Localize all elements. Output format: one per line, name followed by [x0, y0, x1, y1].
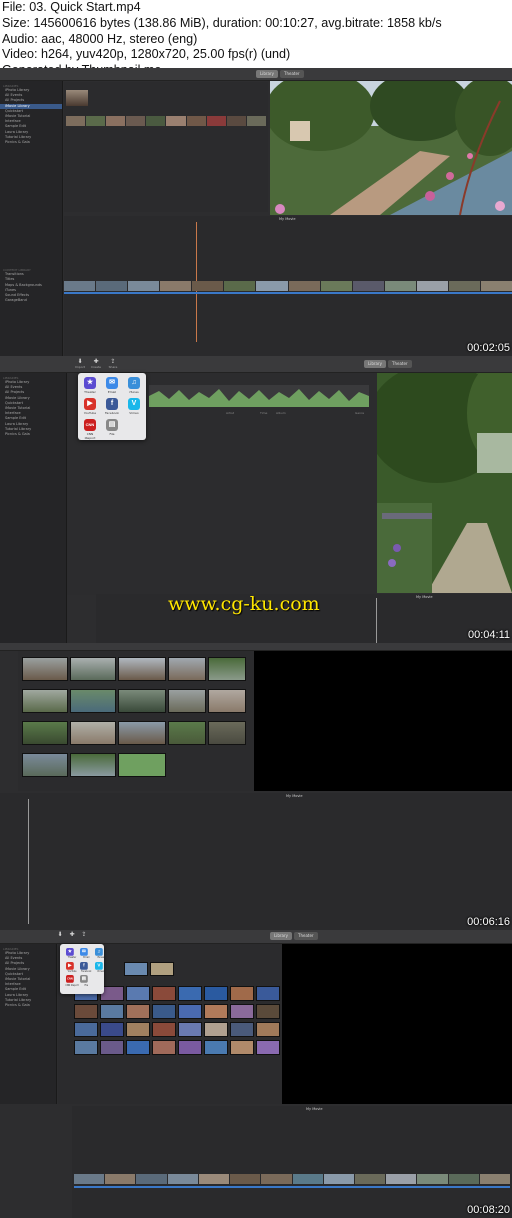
v-icon[interactable]: V — [128, 398, 140, 410]
share-label: Email — [107, 390, 117, 394]
clip-row[interactable] — [74, 1004, 280, 1019]
preview-image — [377, 373, 512, 593]
share-button[interactable]: ⇪ — [78, 931, 90, 938]
clip-thumbnail[interactable] — [66, 90, 88, 106]
preview-image — [270, 81, 512, 215]
clip-row[interactable] — [74, 986, 280, 1001]
timeline-left-gutter — [0, 1106, 72, 1218]
timeline-clips[interactable] — [64, 281, 512, 291]
file-size-info: Size: 145600616 bytes (138.86 MiB), dura… — [2, 15, 442, 30]
f-icon[interactable]: f — [106, 398, 118, 410]
project-title: My Movie — [306, 1107, 323, 1111]
file-icon[interactable]: ▤ — [106, 419, 118, 431]
frame-3: My Movie 00:06:16 — [0, 643, 512, 930]
preview-viewer — [282, 944, 512, 1104]
mail-icon[interactable]: ✉ — [80, 948, 89, 956]
tab-theater[interactable]: Theater — [280, 70, 304, 78]
share-popover: ★ Theater ✉ Email ♫ iTunes ▶ YouTube f Facebook V V… — [78, 373, 146, 440]
timestamp: 00:02:05 — [467, 342, 510, 354]
star-icon[interactable]: ★ — [66, 948, 74, 956]
play-icon[interactable]: ▶ — [66, 961, 74, 970]
watermark-text: www.cg-ku.com — [168, 593, 320, 615]
library-sidebar: LIBRARIES iPhoto Library All Events All … — [0, 81, 63, 356]
clip-row[interactable] — [22, 657, 246, 681]
sidebar-item[interactable]: Picnics & Gala — [0, 1003, 56, 1008]
timestamp: 00:08:20 — [467, 1204, 510, 1216]
share-label: File — [84, 983, 89, 987]
share-label: Facebook — [104, 411, 120, 415]
audio-track[interactable] — [74, 1186, 510, 1188]
audio-info: Audio: aac, 48000 Hz, stereo (eng) — [2, 31, 198, 46]
library-sidebar: LIBRARIES iPhoto Library All Events All … — [0, 373, 67, 643]
frame-4: Library Theater ⬇ ✚ ⇪ LIBRARIES iPhoto L… — [0, 930, 512, 1218]
playhead[interactable] — [376, 598, 377, 643]
event-browser — [64, 82, 268, 212]
project-title: My Movie — [279, 217, 296, 221]
clip-row[interactable] — [74, 1040, 280, 1055]
timestamp: 00:06:16 — [467, 916, 510, 928]
playhead[interactable] — [28, 799, 29, 924]
share-label: iTunes — [97, 956, 105, 960]
share-popover: ★ Theater ✉ Email ♫ iTunes ▶ YouTube f Facebook V V… — [60, 944, 104, 994]
project-timeline: My Movie — [64, 216, 512, 356]
library-sidebar: LIBRARIES iPhoto Library All Events All … — [0, 944, 57, 1104]
share-label: iTunes — [129, 390, 139, 394]
tab-library[interactable]: Library — [270, 932, 292, 940]
timeline-left-gutter — [0, 793, 18, 930]
tab-theater[interactable]: Theater — [294, 932, 318, 940]
clip-strip[interactable] — [66, 116, 266, 126]
share-label: Vimeo — [97, 970, 105, 974]
project-title: My Movie — [416, 595, 433, 599]
waveform — [149, 385, 369, 407]
share-button[interactable]: ⇪ Share — [107, 358, 119, 369]
tab-library[interactable]: Library — [256, 70, 278, 78]
preview-viewer — [254, 651, 512, 791]
share-label: File — [109, 432, 115, 436]
timestamp: 00:04:11 — [467, 629, 510, 641]
app-toolbar — [0, 643, 512, 651]
import-button[interactable]: ⬇ Import — [74, 358, 86, 369]
clip-row[interactable] — [74, 1022, 280, 1037]
share-label: Vimeo — [129, 411, 139, 415]
star-icon[interactable]: ★ — [84, 377, 96, 389]
share-label: YouTube — [83, 411, 97, 415]
preview-viewer — [270, 81, 512, 215]
app-toolbar: Library Theater — [0, 68, 512, 81]
clip-row[interactable] — [124, 962, 174, 976]
project-title: My Movie — [286, 794, 303, 798]
create-button[interactable]: ✚ — [66, 931, 78, 938]
event-browser — [18, 651, 254, 791]
cnn-icon[interactable]: CNN — [66, 975, 74, 984]
audio-track[interactable] — [64, 292, 512, 294]
create-button[interactable]: ✚ Create — [90, 358, 102, 369]
music-icon[interactable]: ♫ — [94, 948, 103, 956]
sidebar-item[interactable]: Picnics & Gala — [0, 432, 66, 437]
tab-library[interactable]: Library — [364, 360, 386, 368]
music-icon[interactable]: ♫ — [128, 377, 140, 389]
mail-icon[interactable]: ✉ — [106, 377, 118, 389]
clip-row[interactable] — [22, 753, 166, 777]
cnn-icon[interactable]: CNN — [84, 419, 96, 431]
content-item[interactable]: GarageBand — [0, 298, 62, 303]
f-icon[interactable]: f — [80, 961, 89, 970]
timeline-clips[interactable] — [74, 1174, 511, 1184]
preview-viewer — [377, 373, 512, 593]
project-timeline: My Movie — [18, 793, 512, 930]
video-info: Video: h264, yuv420p, 1280x720, 25.00 fp… — [2, 47, 291, 62]
clip-row[interactable] — [22, 721, 246, 745]
file-name: File: 03. Quick Start.mp4 — [2, 0, 141, 14]
play-icon[interactable]: ▶ — [84, 398, 96, 410]
project-timeline: My Movie — [72, 1106, 512, 1218]
clip-row[interactable] — [22, 689, 246, 713]
v-icon[interactable]: V — [94, 961, 103, 970]
import-button[interactable]: ⬇ — [54, 931, 66, 938]
share-label: CNN iReport — [84, 432, 96, 440]
file-icon[interactable]: ▤ — [80, 975, 89, 984]
file-info-header: File: 03. Quick Start.mp4 Size: 14560061… — [0, 0, 512, 77]
frame-1: Library Theater LIBRARIES iPhoto Library… — [0, 68, 512, 356]
share-label: Theater — [84, 390, 96, 394]
tab-theater[interactable]: Theater — [388, 360, 412, 368]
